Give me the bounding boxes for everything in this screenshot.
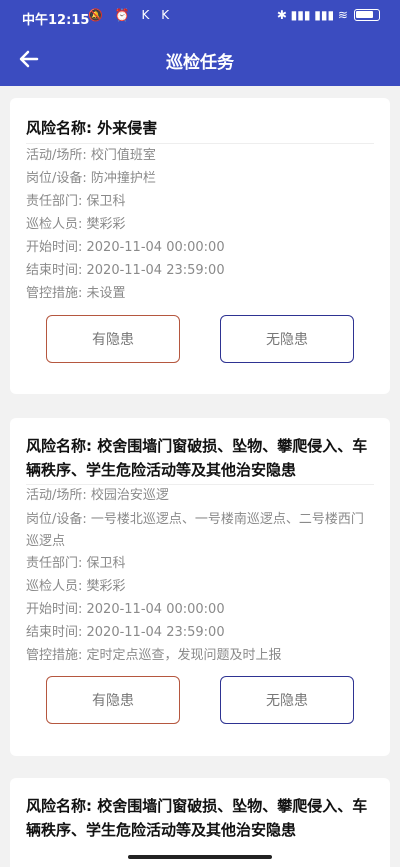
start-time-field: 开始时间: 2020-11-04 00:00:00 <box>26 237 374 259</box>
risk-name-value: 外来侵害 <box>97 119 158 137</box>
inspector-field: 巡检人员: 樊彩彩 <box>26 576 374 598</box>
risk-name-label: 风险名称: <box>26 797 98 815</box>
measures-label: 管控措施: <box>26 286 87 301</box>
activity-value: 校园治安巡逻 <box>90 488 169 503</box>
end-time-label: 结束时间: <box>26 625 87 640</box>
system-icons: ✱ ▮▮▮ ▮▮▮ ≋ <box>277 8 380 22</box>
post-field: 岗位/设备: 防冲撞护栏 <box>26 168 374 190</box>
end-time-field: 结束时间: 2020-11-04 23:59:00 <box>26 622 374 644</box>
start-time-label: 开始时间: <box>26 240 87 255</box>
activity-value: 校门值班室 <box>90 148 156 163</box>
page-title: 巡检任务 <box>166 53 234 73</box>
risk-name: 风险名称: 外来侵害 <box>26 116 374 140</box>
department-label: 责任部门: <box>26 556 87 571</box>
no-hazard-button[interactable]: 无隐患 <box>220 676 354 724</box>
task-card: 风险名称: 校舍围墙门窗破损、坠物、攀爬侵入、车辆秩序、学生危险活动等及其他治安… <box>10 778 390 867</box>
inspector-label: 巡检人员: <box>26 579 87 594</box>
measures-field: 管控措施: 定时定点巡查，发现问题及时上报 <box>26 645 374 667</box>
nav-bar: 巡检任务 <box>0 34 400 82</box>
risk-name: 风险名称: 校舍围墙门窗破损、坠物、攀爬侵入、车辆秩序、学生危险活动等及其他治安… <box>26 434 374 482</box>
top-bar: 中午12:15 🔕 ⏰ K K ✱ ▮▮▮ ▮▮▮ ≋ 巡检任务 <box>0 0 400 86</box>
post-field: 岗位/设备: 一号楼北巡逻点、一号楼南巡逻点、二号楼西门巡逻点 <box>26 509 374 553</box>
start-time-value: 2020-11-04 00:00:00 <box>86 602 225 617</box>
no-hazard-button[interactable]: 无隐患 <box>220 315 354 363</box>
end-time-label: 结束时间: <box>26 263 87 278</box>
inspector-label: 巡检人员: <box>26 217 87 232</box>
measures-label: 管控措施: <box>26 648 87 663</box>
home-indicator[interactable] <box>128 855 272 859</box>
start-time-field: 开始时间: 2020-11-04 00:00:00 <box>26 599 374 621</box>
risk-name-label: 风险名称: <box>26 437 98 455</box>
end-time-field: 结束时间: 2020-11-04 23:59:00 <box>26 260 374 282</box>
start-time-value: 2020-11-04 00:00:00 <box>86 240 225 255</box>
battery-icon <box>354 9 380 21</box>
has-hazard-button[interactable]: 有隐患 <box>46 315 180 363</box>
status-bar: 中午12:15 🔕 ⏰ K K ✱ ▮▮▮ ▮▮▮ ≋ <box>0 0 400 32</box>
activity-field: 活动/场所: 校园治安巡逻 <box>26 485 374 507</box>
start-time-label: 开始时间: <box>26 602 87 617</box>
status-time: 中午12:15 <box>22 13 90 28</box>
measures-value: 定时定点巡查，发现问题及时上报 <box>86 648 282 663</box>
department-field: 责任部门: 保卫科 <box>26 553 374 575</box>
inspector-value: 樊彩彩 <box>86 217 126 232</box>
post-label: 岗位/设备: <box>26 171 91 186</box>
inspector-field: 巡检人员: 樊彩彩 <box>26 214 374 236</box>
department-label: 责任部门: <box>26 194 87 209</box>
risk-name-label: 风险名称: <box>26 119 98 137</box>
risk-name: 风险名称: 校舍围墙门窗破损、坠物、攀爬侵入、车辆秩序、学生危险活动等及其他治安… <box>26 794 374 842</box>
task-card: 风险名称: 校舍围墙门窗破损、坠物、攀爬侵入、车辆秩序、学生危险活动等及其他治安… <box>10 418 390 756</box>
end-time-value: 2020-11-04 23:59:00 <box>86 625 225 640</box>
activity-label: 活动/场所: <box>26 148 91 163</box>
department-value: 保卫科 <box>86 556 126 571</box>
activity-field: 活动/场所: 校门值班室 <box>26 145 374 167</box>
post-value: 防冲撞护栏 <box>90 171 156 186</box>
measures-field: 管控措施: 未设置 <box>26 283 374 305</box>
department-value: 保卫科 <box>86 194 126 209</box>
measures-value: 未设置 <box>86 286 126 301</box>
activity-label: 活动/场所: <box>26 488 91 503</box>
inspector-value: 樊彩彩 <box>86 579 126 594</box>
divider <box>26 143 374 144</box>
task-card: 风险名称: 外来侵害 活动/场所: 校门值班室 岗位/设备: 防冲撞护栏 责任部… <box>10 98 390 394</box>
notification-icons: 🔕 ⏰ K K <box>88 8 174 22</box>
end-time-value: 2020-11-04 23:59:00 <box>86 263 225 278</box>
signal-wifi-icons: ✱ ▮▮▮ ▮▮▮ ≋ <box>276 8 348 22</box>
department-field: 责任部门: 保卫科 <box>26 191 374 213</box>
post-label: 岗位/设备: <box>26 512 91 527</box>
has-hazard-button[interactable]: 有隐患 <box>46 676 180 724</box>
